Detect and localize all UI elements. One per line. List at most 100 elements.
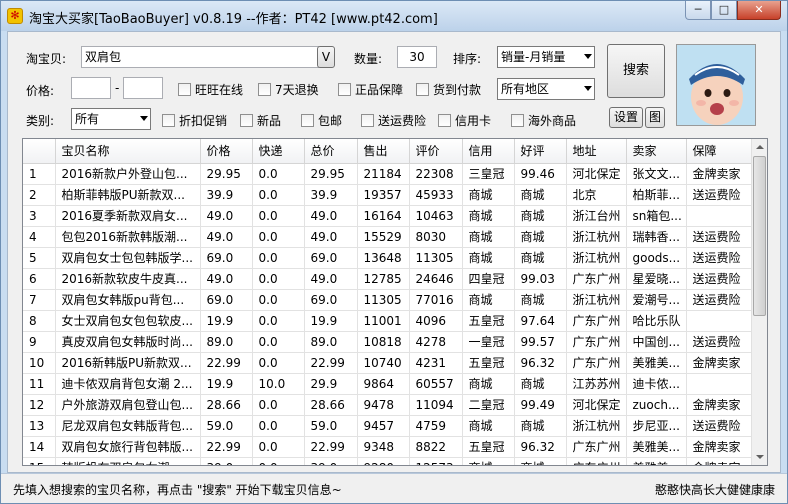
table-cell: 22.99: [304, 436, 358, 458]
scroll-up-icon[interactable]: [752, 139, 767, 155]
checkbox-wangwang-online[interactable]: 旺旺在线: [178, 81, 243, 97]
table-row[interactable]: 11 迪卡侬双肩背包女潮 2... 19.9 10.0 29.9 9864 60557 商城商…: [23, 373, 754, 395]
checkbox-box[interactable]: [361, 113, 374, 127]
table-cell: 双肩包女士包包韩版学...: [55, 247, 201, 269]
table-row[interactable]: 2 柏斯菲韩版PU新款双... 39.9 0.0 39.9 19357 45933 商城 商城北…: [23, 184, 754, 206]
table-cell: 3: [23, 205, 56, 227]
table-cell: 商城: [514, 226, 567, 248]
table-row[interactable]: 8 女士双肩包女包包软皮... 19.9 0.0 19.9 11001 4096 五皇冠 97.…: [23, 310, 754, 332]
table-row[interactable]: 5 双肩包女士包包韩版学... 69.0 0.0 69.0 13648 11305 商城 商城浙…: [23, 247, 754, 269]
table-cell: 送运费险: [686, 331, 754, 353]
table-row[interactable]: 13 尼龙双肩包女韩版背包... 59.0 0.0 59.0 9457 4759 商城 商城 浙江…: [23, 415, 754, 437]
checkbox-box[interactable]: [162, 113, 175, 127]
table-cell: 送运费险: [686, 226, 754, 248]
table-cell: 22308: [409, 163, 463, 185]
checkbox-box[interactable]: [178, 82, 191, 96]
product-label: 淘宝贝:: [26, 52, 67, 66]
table-cell: 户外旅游双肩包登山包...: [55, 394, 201, 416]
region-select[interactable]: 所有地区: [497, 78, 595, 100]
scroll-thumb[interactable]: [753, 156, 766, 316]
checkbox-box[interactable]: [511, 113, 524, 127]
table-row[interactable]: 9 真皮双肩包女韩版时尚... 89.0 0.0 89.0 10818 4278 一皇冠 99.…: [23, 331, 754, 353]
checkbox-label: 信用卡: [455, 113, 492, 128]
table-cell: 8822: [409, 436, 463, 458]
column-header[interactable]: 卖家: [626, 139, 687, 164]
table-cell: 29.95: [304, 163, 358, 185]
table-cell: 10818: [357, 331, 410, 353]
vertical-scrollbar[interactable]: [751, 139, 767, 465]
checkbox-label: 新品: [257, 113, 282, 128]
table-cell: 12573: [409, 457, 463, 465]
maximize-button[interactable]: □: [711, 1, 737, 20]
checkbox-credit-card[interactable]: 信用卡: [438, 112, 491, 128]
price-max-input[interactable]: [123, 77, 163, 99]
table-cell: 广东广州: [566, 457, 627, 465]
table-row[interactable]: 15韩版帆布双肩包女潮...39.00.039.0928012573商城商城广东…: [23, 457, 754, 465]
close-button[interactable]: ✕: [737, 1, 781, 20]
checkbox-discount[interactable]: 折扣促销: [162, 112, 227, 128]
table-row[interactable]: 12 户外旅游双肩包登山包... 28.66 0.0 28.66 9478 11094 二皇冠…: [23, 394, 754, 416]
column-header[interactable]: 地址: [566, 139, 627, 164]
table-cell: 0.0: [252, 436, 305, 458]
search-button[interactable]: 搜索: [607, 44, 665, 98]
product-input[interactable]: 双肩包: [81, 46, 319, 68]
minimize-button[interactable]: ─: [685, 1, 711, 20]
image-button[interactable]: 图: [645, 107, 665, 128]
sort-select[interactable]: 销量-月销量: [497, 46, 595, 68]
checkbox-label: 7天退换: [275, 82, 319, 97]
column-header[interactable]: 保障: [686, 139, 754, 164]
column-header[interactable]: [23, 139, 56, 164]
column-header[interactable]: 价格: [200, 139, 253, 164]
table-row[interactable]: 4 包包2016新款韩版潮... 49.0 0.0 49.0 15529 8030 商城 商城浙…: [23, 226, 754, 248]
table-row[interactable]: 14 双肩包女旅行背包韩版... 22.99 0.0 22.99 9348 8822 五皇冠 9…: [23, 436, 754, 458]
column-header[interactable]: 总价: [304, 139, 358, 164]
column-header[interactable]: 售出: [357, 139, 410, 164]
table-cell: 金牌卖家: [686, 436, 754, 458]
checkbox-cash-on-delivery[interactable]: 货到付款: [416, 81, 481, 97]
checkbox-new-product[interactable]: 新品: [240, 112, 281, 128]
column-header[interactable]: 快递: [252, 139, 305, 164]
table-cell: 19.9: [200, 373, 253, 395]
checkbox-box[interactable]: [416, 82, 429, 96]
checkbox-box[interactable]: [240, 113, 253, 127]
column-header[interactable]: 信用: [462, 139, 515, 164]
quantity-input[interactable]: 30: [397, 46, 437, 68]
avatar: [676, 44, 756, 126]
table-cell: 11: [23, 373, 56, 395]
checkbox-box[interactable]: [438, 113, 451, 127]
table-row[interactable]: 1 2016新款户外登山包... 29.95 0.0 29.95 21184 22308 三皇…: [23, 163, 754, 185]
title-bar[interactable]: ✻ 淘宝大买家[TaoBaoBuyer] v0.8.19 --作者：PT42 […: [1, 1, 787, 31]
column-header[interactable]: 好评: [514, 139, 567, 164]
table-row[interactable]: 3 2016夏季新款双肩女... 49.0 0.0 49.0 16164 10463 商城 商城…: [23, 205, 754, 227]
table-cell: goods...: [626, 247, 687, 269]
table-cell: 迪卡侬...: [626, 373, 687, 395]
checkbox-7day-return[interactable]: 7天退换: [258, 81, 319, 97]
checkbox-overseas[interactable]: 海外商品: [511, 112, 576, 128]
checkbox-box[interactable]: [301, 113, 314, 127]
table-cell: 步尼亚...: [626, 415, 687, 437]
checkbox-label: 包邮: [318, 113, 343, 128]
table-cell: 8030: [409, 226, 463, 248]
checkbox-box[interactable]: [258, 82, 271, 96]
checkbox-free-shipping[interactable]: 包邮: [301, 112, 342, 128]
table-cell: 送运费险: [686, 268, 754, 290]
column-header[interactable]: 宝贝名称: [55, 139, 201, 164]
table-row[interactable]: 6 2016新款软皮牛皮真... 49.0 0.0 49.0 12785 24646 四皇冠 9…: [23, 268, 754, 290]
table-cell: 0.0: [252, 289, 305, 311]
history-dropdown-button[interactable]: V: [317, 46, 335, 68]
checkbox-box[interactable]: [338, 82, 351, 96]
table-cell: 69.0: [200, 247, 253, 269]
table-row[interactable]: 7 双肩包女韩版pu背包... 69.0 0.0 69.0 11305 77016 商城 商城浙…: [23, 289, 754, 311]
table-cell: 89.0: [304, 331, 358, 353]
column-header[interactable]: 评价: [409, 139, 463, 164]
price-min-input[interactable]: [71, 77, 111, 99]
results-table[interactable]: 宝贝名称 价格 快递 总价 售出 评价 信用 好评 地址 卖家 保障 1 2016新款户外登山包...…: [22, 138, 768, 466]
table-cell: 浙江杭州: [566, 247, 627, 269]
category-select[interactable]: 所有: [71, 108, 151, 130]
table-row[interactable]: 10 2016新韩版PU新款双... 22.99 0.0 22.99 10740 4231 五…: [23, 352, 754, 374]
settings-button[interactable]: 设置: [609, 107, 643, 128]
checkbox-shipping-insurance[interactable]: 送运费险: [361, 112, 426, 128]
checkbox-genuine[interactable]: 正品保障: [338, 81, 403, 97]
scroll-down-icon[interactable]: [752, 449, 767, 465]
table-cell: 商城: [514, 184, 567, 206]
